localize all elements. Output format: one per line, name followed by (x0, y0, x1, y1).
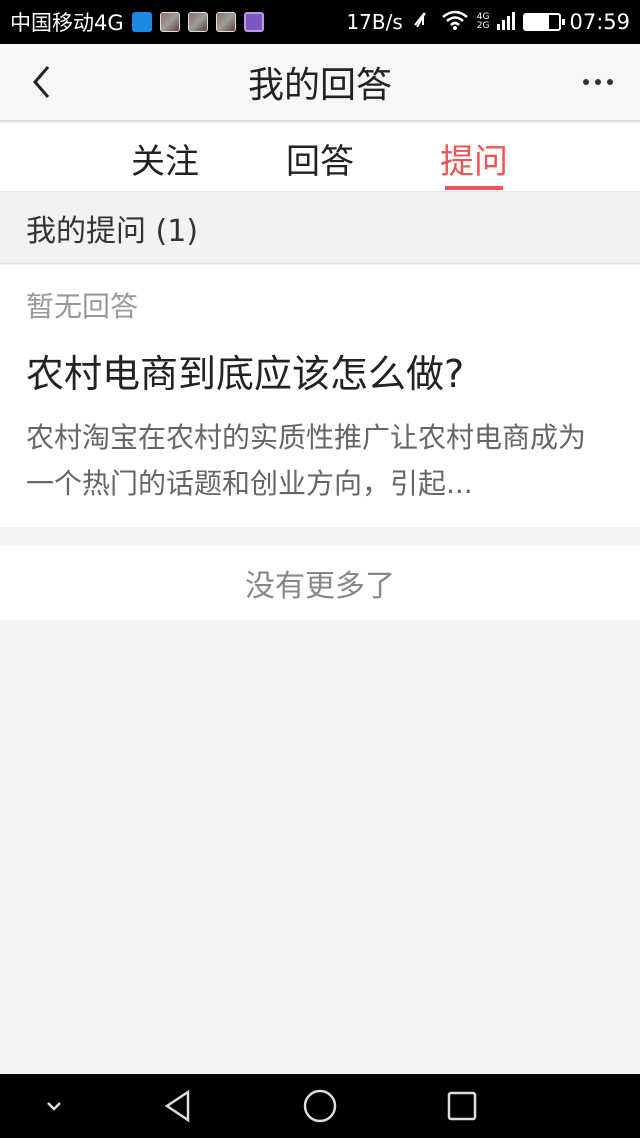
status-bar: 中国移动4G 17B/s 4G 2G 07:59 (0, 0, 640, 44)
question-title: 农村电商到底应该怎么做? (26, 352, 465, 396)
more-button[interactable] (574, 62, 622, 102)
net-speed: 17B/s (346, 10, 403, 34)
more-dots-icon (607, 79, 613, 85)
tab-follow[interactable]: 关注 (105, 124, 225, 192)
app-bar: 我的回答 (0, 44, 640, 122)
wifi-icon (441, 9, 469, 36)
network-type: 4G 2G (477, 13, 490, 31)
image-notification-icon (187, 12, 208, 32)
gallery-notification-icon (243, 12, 264, 32)
battery-fill (525, 15, 550, 29)
battery-icon (523, 13, 566, 31)
recents-square-icon[interactable] (442, 1086, 482, 1126)
back-triangle-icon[interactable] (158, 1086, 198, 1126)
more-dots-icon (595, 79, 601, 85)
tab-answers[interactable]: 回答 (260, 124, 380, 192)
question-card[interactable]: 暂无回答 农村电商到底应该怎么做? 农村淘宝在农村的实质性推广让农村电商成为一个… (0, 265, 640, 527)
back-button[interactable] (22, 62, 62, 102)
chevron-down-icon[interactable] (34, 1086, 74, 1126)
question-status: 暂无回答 (26, 290, 139, 323)
clock: 07:59 (569, 10, 630, 34)
section-header: 我的提问 (1) (0, 192, 640, 264)
more-dots-icon (583, 79, 589, 85)
no-more-label: 没有更多了 (0, 546, 640, 620)
active-tab-indicator (445, 186, 503, 190)
message-notification-icon (131, 12, 152, 32)
tab-label: 关注 (131, 141, 199, 182)
signal-icon (497, 10, 516, 35)
page-title: 我的回答 (247, 65, 392, 106)
network-type-bottom: 2G (476, 21, 490, 31)
carrier-label: 中国移动4G (10, 11, 124, 35)
image-notification-icon (215, 12, 236, 32)
navigation-bar (0, 1074, 640, 1138)
home-circle-icon[interactable] (300, 1086, 340, 1126)
status-right: 17B/s 4G 2G 07:59 (346, 9, 630, 36)
status-left: 中国移动4G (10, 7, 264, 37)
tab-label: 回答 (286, 141, 354, 182)
tab-questions[interactable]: 提问 (414, 124, 534, 192)
tab-label: 提问 (440, 141, 508, 182)
mute-icon (411, 9, 433, 36)
image-notification-icon (159, 12, 180, 32)
tab-bar: 关注 回答 提问 (0, 124, 640, 192)
question-description: 农村淘宝在农村的实质性推广让农村电商成为一个热门的话题和创业方向，引起... (26, 421, 587, 500)
chevron-left-icon (33, 66, 50, 98)
